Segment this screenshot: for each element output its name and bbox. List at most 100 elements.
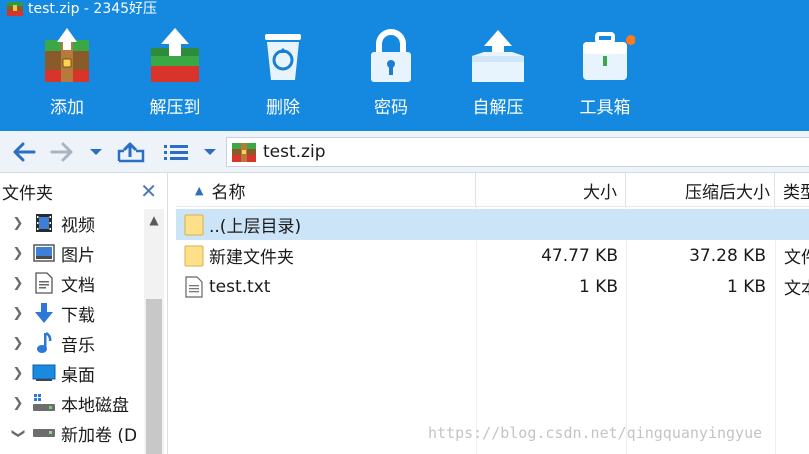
local-disk-icon (32, 392, 56, 414)
folder-icon (184, 214, 204, 235)
sidebar-item-music[interactable]: ❯ 音乐 (0, 328, 144, 358)
view-mode-dropdown[interactable] (200, 139, 220, 165)
scroll-up-icon[interactable]: ▲ (144, 209, 164, 231)
file-name-cell: 新建文件夹 (184, 240, 474, 271)
recycle-bin-icon (265, 34, 301, 80)
sidebar-item-local-disk[interactable]: ❯ 本地磁盘 (0, 388, 144, 418)
file-name-cell: test.txt (184, 271, 474, 302)
address-bar[interactable]: test.zip (226, 137, 809, 167)
address-path: test.zip (263, 142, 326, 162)
file-packed-size: 1 KB (726, 276, 766, 297)
sidebar-item-downloads[interactable]: ❯ 下载 (0, 298, 144, 328)
folder-sidebar: 文件夹 ✕ ❯ 视频 ❯ 图片 ❯ 文档 ❯ 下载 ❯ 音乐 ❯ 桌面 ❯ 本地… (0, 173, 168, 454)
app-icon (6, 1, 24, 17)
download-icon (32, 302, 56, 324)
add-archive-icon (45, 28, 89, 82)
column-header-label: 大小 (583, 182, 617, 203)
sidebar-item-label: 音乐 (61, 335, 95, 356)
sidebar-item-label: 新加卷 (D (61, 425, 138, 446)
watermark-text: https://blog.csdn.net/qingquanyingyue (428, 424, 763, 442)
sidebar-item-label: 文档 (61, 275, 95, 296)
add-button[interactable]: 添加 (30, 24, 104, 124)
document-icon (32, 272, 56, 294)
toolbar-buttons: 添加 解压到 删除 密码 自解压 工具箱 (0, 24, 809, 124)
back-arrow-icon (13, 142, 36, 162)
sidebar-item-label: 视频 (61, 215, 95, 236)
file-name-cell: ..(上层目录) (184, 209, 474, 240)
column-header-label: 压缩后大小 (685, 182, 770, 203)
chevron-down-icon (90, 149, 102, 155)
sidebar-item-videos[interactable]: ❯ 视频 (0, 208, 144, 238)
file-type: 文件 (784, 248, 809, 268)
file-name: ..(上层目录) (209, 217, 302, 237)
view-mode-button[interactable] (160, 139, 192, 165)
navigation-bar: test.zip (0, 131, 809, 173)
close-icon[interactable]: ✕ (140, 179, 157, 203)
scrollbar-thumb[interactable] (146, 299, 162, 454)
title-bar: test.zip - 2345好压 (0, 0, 809, 17)
main-toolbar: test.zip - 2345好压 添加 解压到 删除 密码 自解压 工具箱 (0, 0, 809, 131)
self-extract-button[interactable]: 自解压 (461, 24, 535, 124)
chevron-right-icon[interactable]: ❯ (8, 216, 28, 231)
self-extract-label: 自解压 (472, 98, 524, 118)
file-size: 1 KB (578, 276, 618, 297)
sidebar-item-label: 下载 (61, 305, 95, 326)
history-dropdown[interactable] (86, 139, 106, 165)
table-row[interactable]: 新建文件夹 47.77 KB 37.28 KB 文件 (176, 240, 809, 271)
desktop-icon (32, 362, 56, 384)
sidebar-item-label: 图片 (61, 245, 95, 266)
chevron-down-icon[interactable]: ❯ (11, 423, 26, 443)
file-packed-size: 37.28 KB (689, 245, 766, 266)
sidebar-item-desktop[interactable]: ❯ 桌面 (0, 358, 144, 388)
toolbox-button[interactable]: 工具箱 (568, 24, 642, 124)
video-icon (32, 212, 56, 234)
sidebar-item-volume-d[interactable]: ❯ 新加卷 (D (0, 418, 144, 448)
chevron-right-icon[interactable]: ❯ (8, 276, 28, 291)
column-header-name[interactable]: ▲ 名称 (176, 173, 476, 207)
folder-icon (184, 245, 204, 266)
sidebar-header: 文件夹 ✕ (0, 173, 167, 209)
sidebar-item-documents[interactable]: ❯ 文档 (0, 268, 144, 298)
file-name: 新建文件夹 (209, 248, 294, 268)
extract-to-label: 解压到 (149, 98, 201, 118)
toolbox-icon (583, 32, 635, 80)
file-name: test.txt (209, 276, 271, 297)
column-header-packed-size[interactable]: 压缩后大小 (626, 173, 775, 207)
toolbox-label: 工具箱 (579, 98, 631, 118)
column-header-label: 名称 (211, 182, 246, 203)
up-folder-icon (117, 142, 145, 163)
table-row[interactable]: test.txt 1 KB 1 KB 文本 (176, 271, 809, 302)
text-file-icon (185, 275, 203, 298)
forward-button[interactable] (48, 139, 76, 165)
password-label: 密码 (374, 98, 408, 118)
chevron-right-icon[interactable]: ❯ (8, 246, 28, 261)
chevron-right-icon[interactable]: ❯ (8, 336, 28, 351)
password-button[interactable]: 密码 (354, 24, 428, 124)
window-title: test.zip - 2345好压 (28, 0, 158, 17)
music-icon (32, 332, 56, 354)
sidebar-scrollbar[interactable]: ▲ (144, 209, 164, 454)
extract-to-button[interactable]: 解压到 (138, 24, 212, 124)
sidebar-item-label: 本地磁盘 (61, 395, 129, 416)
extract-to-icon (151, 28, 199, 82)
forward-arrow-icon (50, 142, 73, 162)
drive-icon (32, 422, 56, 444)
column-header-row: ▲ 名称 大小 压缩后大小 类型 (176, 173, 809, 207)
column-header-size[interactable]: 大小 (476, 173, 626, 207)
file-size: 47.77 KB (541, 245, 618, 266)
table-row[interactable]: ..(上层目录) (176, 209, 809, 240)
delete-button[interactable]: 删除 (246, 24, 320, 124)
up-level-button[interactable] (114, 139, 148, 165)
sidebar-item-pictures[interactable]: ❯ 图片 (0, 238, 144, 268)
list-view-icon (164, 145, 188, 160)
lock-icon (371, 29, 411, 82)
chevron-right-icon[interactable]: ❯ (8, 306, 28, 321)
picture-icon (32, 242, 56, 264)
back-button[interactable] (10, 139, 38, 165)
column-header-type[interactable]: 类型 (775, 173, 809, 207)
chevron-right-icon[interactable]: ❯ (8, 366, 28, 381)
self-extract-icon (472, 30, 524, 82)
file-type: 文本 (784, 279, 809, 299)
chevron-right-icon[interactable]: ❯ (8, 396, 28, 411)
add-label: 添加 (50, 98, 84, 118)
